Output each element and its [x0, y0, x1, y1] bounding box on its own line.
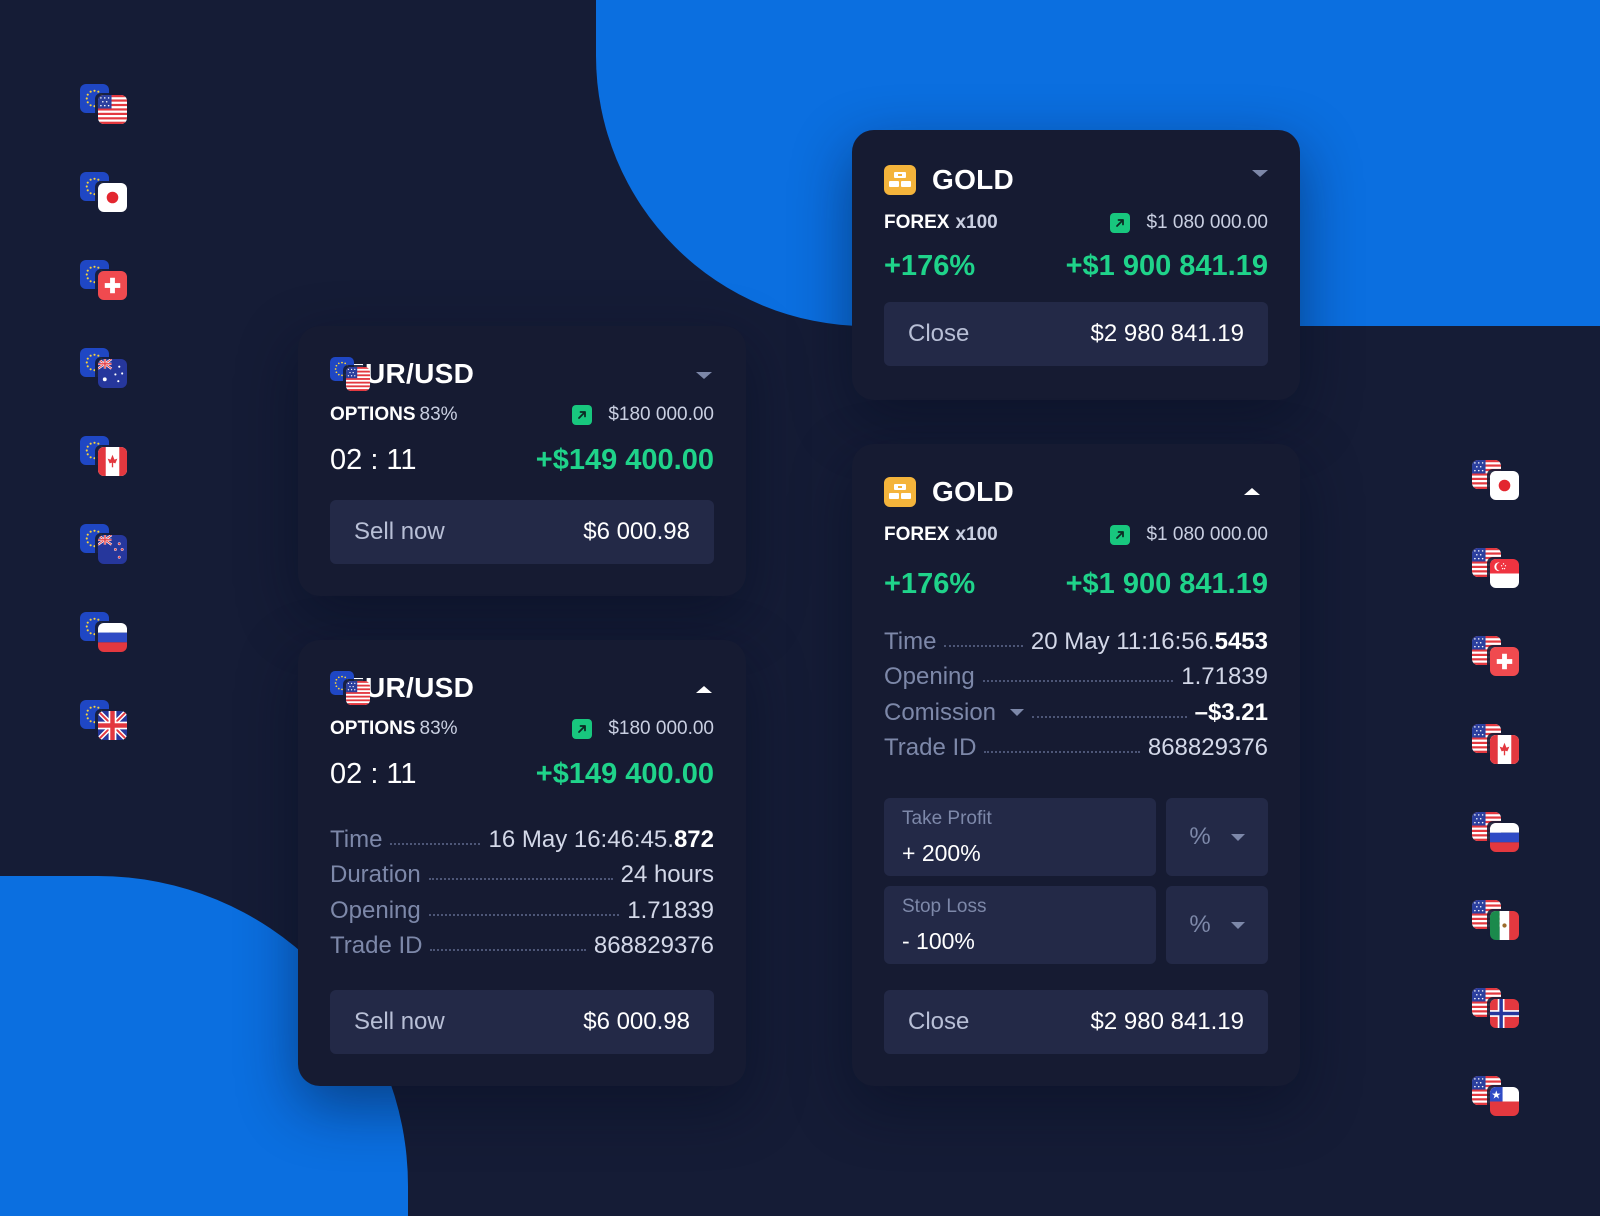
- usd-clp-flag-icon[interactable]: [1472, 1076, 1522, 1118]
- trade-details: Time 20 May 11:16:56.5453 Opening 1.7183…: [884, 620, 1268, 762]
- eur-jpy-flag-icon[interactable]: [80, 172, 130, 214]
- expand-chevron-icon[interactable]: [1252, 170, 1268, 177]
- detail-row-opening: Opening 1.71839: [330, 896, 714, 924]
- trade-amount: $1 080 000.00: [1110, 524, 1268, 546]
- take-profit-field[interactable]: Take Profit + 200%: [884, 798, 1156, 876]
- chevron-down-icon: [1230, 833, 1245, 841]
- collapse-chevron-icon[interactable]: [1244, 488, 1260, 495]
- eur-aud-flag-icon[interactable]: [80, 348, 130, 390]
- countdown-timer: 02 : 11: [330, 443, 417, 476]
- chevron-down-icon: [1230, 921, 1245, 929]
- eur-rub-flag-icon[interactable]: [80, 612, 130, 654]
- detail-row-time: Time 20 May 11:16:56.5453: [884, 627, 1268, 655]
- asset-title: GOLD: [932, 476, 1015, 507]
- detail-row-time: Time 16 May 16:46:45.872: [330, 825, 714, 853]
- take-profit-unit-select[interactable]: %: [1166, 798, 1268, 876]
- eur-cad-flag-icon[interactable]: [80, 436, 130, 478]
- detail-row-duration: Duration 24 hours: [330, 861, 714, 888]
- trade-amount: $180 000.00: [572, 718, 714, 740]
- gold-bars-icon: [884, 477, 916, 507]
- eur-usd-flag-icon: [330, 671, 370, 705]
- profit-value: +$1 900 841.19: [1065, 249, 1268, 282]
- chevron-down-icon[interactable]: [1010, 709, 1025, 716]
- arrow-up-right-icon: [572, 719, 593, 739]
- percent-change: +176%: [884, 567, 976, 600]
- stop-loss-unit-select[interactable]: %: [1166, 886, 1268, 964]
- sell-now-button[interactable]: Sell now $6 000.98: [330, 990, 714, 1054]
- usd-mxn-flag-icon[interactable]: [1472, 900, 1522, 942]
- close-button[interactable]: Close $2 980 841.19: [884, 990, 1268, 1054]
- trade-amount: $1 080 000.00: [1110, 212, 1268, 234]
- profit-value: +$149 400.00: [535, 757, 714, 790]
- collapse-chevron-icon[interactable]: [696, 686, 712, 693]
- detail-row-commission[interactable]: Comission –$3.21: [884, 691, 1268, 727]
- stop-loss-field[interactable]: Stop Loss - 100%: [884, 886, 1156, 964]
- sell-now-button[interactable]: Sell now $6 000.98: [330, 500, 714, 564]
- expand-chevron-icon[interactable]: [696, 372, 712, 379]
- detail-row-trade-id: Trade ID 868829376: [884, 734, 1268, 761]
- eur-chf-flag-icon[interactable]: [80, 260, 130, 302]
- arrow-up-right-icon: [1110, 525, 1131, 545]
- close-button[interactable]: Close $2 980 841.19: [884, 302, 1268, 366]
- usd-cad-flag-icon[interactable]: [1472, 724, 1522, 766]
- eur-usd-flag-icon: [330, 357, 370, 391]
- trade-type: FOREX x100: [884, 212, 998, 233]
- trade-type: FOREX x100: [884, 524, 998, 545]
- trade-card-gold-collapsed[interactable]: GOLD FOREX x100 $1 080 000.00 +176% +$1 9…: [852, 130, 1300, 400]
- trade-details: Time 16 May 16:46:45.872 Duration 24 hou…: [330, 818, 714, 960]
- trade-amount: $180 000.00: [572, 404, 714, 426]
- asset-title: GOLD: [932, 164, 1015, 195]
- usd-sgd-flag-icon[interactable]: [1472, 548, 1522, 590]
- usd-chf-flag-icon[interactable]: [1472, 636, 1522, 678]
- detail-row-trade-id: Trade ID 868829376: [330, 932, 714, 959]
- trade-card-gold-expanded[interactable]: GOLD FOREX x100 $1 080 000.00 +176% +$1 9…: [852, 444, 1300, 1086]
- arrow-up-right-icon: [1110, 213, 1131, 233]
- trade-card-eur-usd-expanded[interactable]: EUR/USD OPTIONS 83% $180 000.00 02 : 11 +…: [298, 640, 746, 1086]
- countdown-timer: 02 : 11: [330, 757, 417, 790]
- percent-change: +176%: [884, 249, 976, 282]
- trade-card-eur-usd-collapsed[interactable]: EUR/USD OPTIONS 83% $180 000.00 02 : 11 +…: [298, 326, 746, 596]
- eur-nzd-flag-icon[interactable]: [80, 524, 130, 566]
- eur-gbp-flag-icon[interactable]: [80, 700, 130, 742]
- detail-row-opening: Opening 1.71839: [884, 663, 1268, 690]
- usd-nok-flag-icon[interactable]: [1472, 988, 1522, 1030]
- profit-value: +$149 400.00: [535, 443, 714, 476]
- profit-value: +$1 900 841.19: [1065, 567, 1268, 600]
- trade-type: OPTIONS 83%: [330, 404, 458, 425]
- usd-jpy-flag-icon[interactable]: [1472, 460, 1522, 502]
- gold-bars-icon: [884, 165, 916, 195]
- arrow-up-right-icon: [572, 405, 593, 425]
- trade-type: OPTIONS 83%: [330, 718, 458, 739]
- usd-rub-flag-icon[interactable]: [1472, 812, 1522, 854]
- eur-usd-flag-icon[interactable]: [80, 84, 130, 126]
